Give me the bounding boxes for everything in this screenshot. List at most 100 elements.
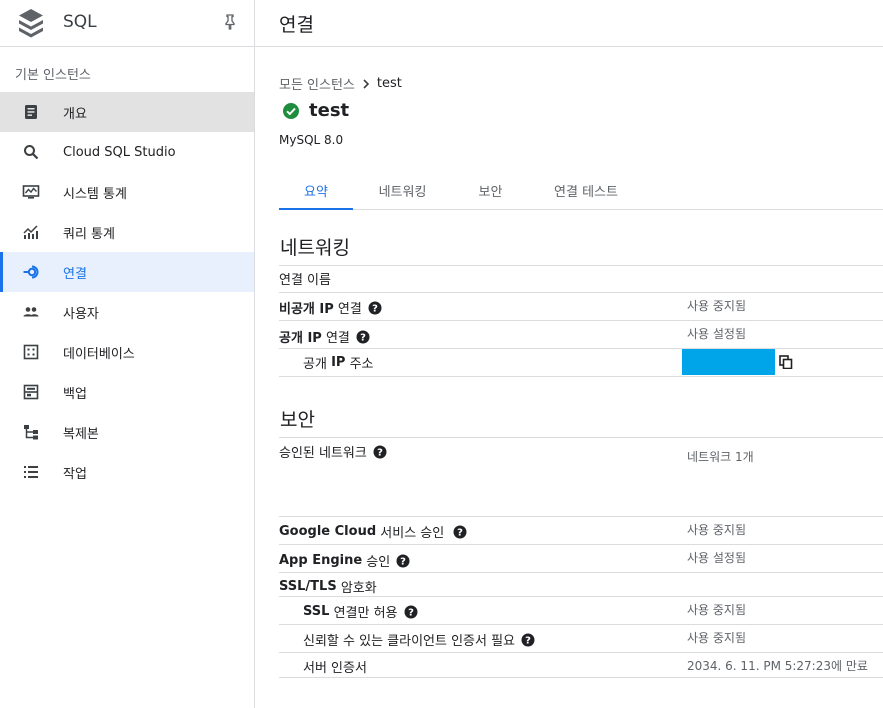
sidebar-item-label: 시스템 통계 — [63, 186, 127, 202]
svg-text:?: ? — [377, 447, 383, 458]
sidebar-item-users[interactable]: 사용자 — [0, 292, 254, 332]
help-icon[interactable]: ? — [521, 633, 535, 647]
sidebar-item-label: 데이터베이스 — [63, 346, 135, 362]
public-ip-value: 사용 설정됨 — [687, 327, 747, 341]
sidebar-nav: 개요 Cloud SQL Studio 시스템 통계 쿼리 통계 연결 사용자 … — [0, 92, 254, 492]
private-ip-label: 비공개 IP 연결 ? — [279, 298, 382, 317]
sidebar-item-backups[interactable]: 백업 — [0, 372, 254, 412]
sidebar-item-label: 개요 — [63, 106, 87, 122]
ssl-encryption-row: SSL/TLS 암호화 — [279, 573, 883, 597]
ssl-only-row: SSL 연결만 허용 ? 사용 중지됨 — [279, 597, 883, 625]
help-icon[interactable]: ? — [404, 605, 418, 619]
sidebar-item-query-insights[interactable]: 쿼리 통계 — [0, 212, 254, 252]
public-ip-address-label-pre: 공개 — [303, 357, 332, 372]
sidebar-item-label: 연결 — [63, 266, 87, 282]
tab-connectivity-test[interactable]: 연결 테스트 — [539, 172, 633, 209]
trusted-client-cert-label-text: 신뢰할 수 있는 클라이언트 인증서 필요 — [303, 634, 516, 649]
svg-text:?: ? — [408, 607, 414, 618]
monitor-icon — [22, 185, 40, 199]
search-icon — [24, 145, 39, 160]
public-ip-label-rest: 연결 — [321, 331, 350, 346]
public-ip-address-redacted — [682, 349, 775, 375]
google-cloud-auth-row: Google Cloud 서비스 승인 ? 사용 중지됨 — [279, 517, 883, 545]
cloud-sql-logo-icon — [19, 9, 43, 38]
page-title: 연결 — [279, 14, 314, 36]
sidebar-item-label: 사용자 — [63, 306, 99, 322]
operations-icon — [24, 466, 38, 478]
public-ip-address-label-post: 주소 — [345, 357, 374, 372]
breadcrumb: 모든 인스턴스 test — [279, 74, 402, 93]
connection-name-label: 연결 이름 — [279, 273, 331, 288]
main-content: 연결 모든 인스턴스 test test MySQL 8.0 요약 네트워킹 보… — [255, 0, 883, 708]
authorized-networks-label-text: 승인된 네트워크 — [279, 446, 367, 461]
public-ip-label-bold: 공개 IP — [279, 331, 322, 346]
sidebar-item-label: 백업 — [63, 386, 87, 402]
tab-summary[interactable]: 요약 — [279, 172, 353, 210]
tab-security[interactable]: 보안 — [463, 172, 518, 209]
sidebar-item-cloud-sql-studio[interactable]: Cloud SQL Studio — [0, 132, 254, 172]
trusted-client-cert-value: 사용 중지됨 — [687, 631, 747, 645]
database-icon — [23, 344, 39, 360]
sidebar-item-databases[interactable]: 데이터베이스 — [0, 332, 254, 372]
copy-icon[interactable] — [779, 355, 793, 369]
sidebar-item-label: 작업 — [63, 466, 87, 482]
sidebar-item-label: 쿼리 통계 — [63, 226, 115, 242]
server-cert-row: 서버 인증서 2034. 6. 11. PM 5:27:23에 만료 — [279, 653, 883, 678]
svg-text:?: ? — [525, 635, 531, 646]
sidebar-item-overview[interactable]: 개요 — [0, 92, 254, 132]
instance-version: MySQL 8.0 — [279, 133, 344, 147]
ssl-encryption-label-bold: SSL/TLS — [279, 579, 337, 594]
sidebar-item-connections[interactable]: 연결 — [0, 252, 254, 292]
google-cloud-auth-value: 사용 중지됨 — [687, 523, 747, 537]
server-cert-label: 서버 인증서 — [303, 661, 367, 676]
instance-name: test — [309, 100, 350, 121]
private-ip-row: 비공개 IP 연결 ? 사용 중지됨 — [279, 293, 883, 321]
ssl-only-label-rest: 연결만 허용 — [329, 606, 398, 621]
svg-text:?: ? — [457, 527, 463, 538]
ssl-only-label-bold: SSL — [303, 604, 330, 619]
replicas-icon — [24, 425, 38, 440]
help-icon[interactable]: ? — [373, 445, 387, 459]
query-insights-icon — [23, 225, 38, 239]
help-icon[interactable]: ? — [356, 330, 370, 344]
sidebar-item-system-insights[interactable]: 시스템 통계 — [0, 172, 254, 212]
sidebar-item-label: Cloud SQL Studio — [63, 144, 176, 160]
authorized-networks-row: 승인된 네트워크 ? 네트워크 1개 — [279, 437, 883, 517]
svg-text:?: ? — [360, 332, 366, 343]
ssl-encryption-label-rest: 암호화 — [336, 581, 377, 596]
help-icon[interactable]: ? — [396, 554, 410, 568]
security-section-title: 보안 — [280, 409, 315, 431]
connection-name-row: 연결 이름 — [279, 265, 883, 293]
breadcrumb-all-instances[interactable]: 모든 인스턴스 — [279, 74, 355, 93]
connections-icon — [23, 265, 39, 279]
page-header: 연결 — [255, 0, 883, 47]
public-ip-row: 공개 IP 연결 ? 사용 설정됨 — [279, 321, 883, 349]
ssl-only-value: 사용 중지됨 — [687, 603, 747, 617]
svg-text:?: ? — [400, 556, 406, 567]
svg-text:?: ? — [372, 303, 378, 314]
tab-networking[interactable]: 네트워킹 — [365, 172, 440, 209]
ssl-only-label: SSL 연결만 허용 ? — [303, 602, 418, 621]
help-icon[interactable]: ? — [453, 525, 467, 539]
sidebar-item-replicas[interactable]: 복제본 — [0, 412, 254, 452]
sidebar-item-operations[interactable]: 작업 — [0, 452, 254, 492]
pin-icon[interactable] — [221, 13, 239, 31]
sidebar: SQL 기본 인스턴스 개요 Cloud SQL Studio 시스템 통계 쿼… — [0, 0, 255, 708]
server-cert-value: 2034. 6. 11. PM 5:27:23에 만료 — [687, 659, 868, 673]
tab-bar: 요약 네트워킹 보안 연결 테스트 — [279, 172, 883, 210]
app-engine-auth-label-bold: App Engine — [279, 553, 363, 568]
check-circle-icon — [283, 102, 299, 119]
authorized-networks-value: 네트워크 1개 — [687, 450, 754, 464]
google-cloud-auth-label-bold: Google Cloud — [279, 524, 377, 539]
public-ip-address-label: 공개 IP 주소 — [303, 353, 374, 372]
sidebar-item-label: 복제본 — [63, 426, 99, 442]
sidebar-section-label: 기본 인스턴스 — [15, 68, 91, 83]
networking-section-title: 네트워킹 — [280, 237, 350, 259]
chevron-right-icon — [363, 78, 370, 89]
breadcrumb-current: test — [376, 76, 402, 91]
ssl-encryption-label: SSL/TLS 암호화 — [279, 577, 377, 596]
google-cloud-auth-label: Google Cloud 서비스 승인 ? — [279, 522, 467, 541]
public-ip-address-label-bold: IP — [331, 355, 346, 370]
help-icon[interactable]: ? — [368, 301, 382, 315]
public-ip-address-row: 공개 IP 주소 — [279, 349, 883, 377]
